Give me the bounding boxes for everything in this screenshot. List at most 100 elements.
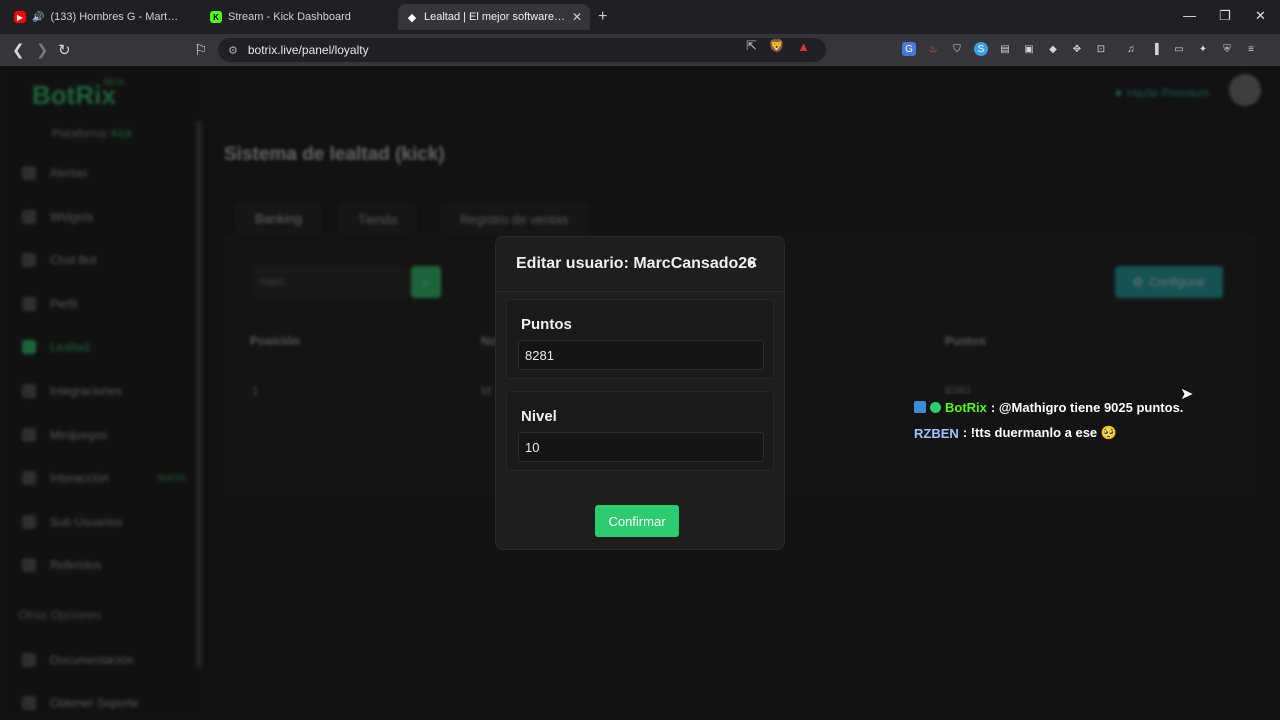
- blue-extension-icon[interactable]: S: [974, 42, 988, 56]
- wallet-icon[interactable]: ▭: [1172, 42, 1186, 56]
- kick-icon: K: [210, 11, 222, 23]
- chat-username: RZBEN: [914, 425, 959, 441]
- fire-extension-icon[interactable]: ♨: [926, 42, 940, 56]
- youtube-icon: ▶: [14, 11, 26, 23]
- avatar[interactable]: [1229, 74, 1261, 106]
- minimize-icon[interactable]: —: [1183, 8, 1196, 23]
- sidebar-item-documentacion[interactable]: Documentación: [18, 643, 194, 677]
- sidebar-item-perfil[interactable]: Perfil: [18, 287, 194, 321]
- bookmark-icon[interactable]: ⚐: [194, 41, 207, 59]
- integrations-icon: [22, 384, 36, 398]
- reload-icon[interactable]: ↻: [58, 41, 71, 59]
- sidebar-item-interaccion[interactable]: Interacción NUEVO: [18, 461, 194, 495]
- search-button[interactable]: ⌕: [411, 266, 441, 298]
- tab-youtube[interactable]: ▶ 🔊 (133) Hombres G - Marta tiene un: [6, 4, 192, 30]
- confirm-button[interactable]: Confirmar: [595, 505, 679, 537]
- url-text: botrix.live/panel/loyalty: [247, 43, 369, 57]
- points-label: Puntos: [521, 316, 572, 333]
- brave-rewards-icon[interactable]: ▲: [797, 39, 810, 54]
- page-title: Sistema de lealtad (kick): [224, 144, 445, 165]
- chat-text: : @Mathigro tiene 9025 puntos.: [990, 399, 1184, 415]
- docs-icon: [22, 653, 36, 667]
- referrals-icon: [22, 558, 36, 572]
- column-header-position: Posición: [250, 334, 301, 348]
- support-icon: [22, 696, 36, 710]
- sidebar-item-minijuegos[interactable]: Minijuegos: [18, 418, 194, 452]
- sidebar-item-alertas[interactable]: Alertas: [18, 156, 194, 190]
- back-icon[interactable]: ❮: [12, 41, 25, 59]
- widget-icon: [22, 210, 36, 224]
- modal-title: Editar usuario: MarcCansado26: [516, 255, 757, 272]
- sidebar-item-soporte[interactable]: Obtener Soporte: [18, 686, 194, 720]
- verified-badge-icon: [930, 401, 941, 413]
- document-extension-icon[interactable]: ▤: [998, 42, 1012, 56]
- alert-icon: [22, 166, 36, 180]
- sidebar-item-integraciones[interactable]: Integraciones: [18, 374, 194, 408]
- media-icon[interactable]: ♫: [1124, 42, 1138, 56]
- sidebar-toggle-icon[interactable]: ▐: [1148, 42, 1162, 56]
- search-input[interactable]: marc: [252, 266, 408, 298]
- tab-title: Stream - Kick Dashboard: [228, 11, 351, 23]
- maximize-icon[interactable]: ❐: [1219, 8, 1231, 24]
- mouse-cursor-icon: ➤: [1180, 386, 1194, 403]
- beta-badge: BETA: [104, 78, 125, 87]
- tab-tienda[interactable]: Tienda: [338, 202, 418, 236]
- translate-icon[interactable]: G: [902, 42, 916, 56]
- sidebar-item-lealtad[interactable]: Lealtad: [18, 330, 194, 364]
- chat-message: RZBEN : !tts duermanlo a ese 🥺: [908, 420, 1278, 446]
- window-close-icon[interactable]: ✕: [1255, 8, 1266, 24]
- sidebar-item-referidos[interactable]: Referidos: [18, 548, 194, 582]
- profile-icon: [22, 297, 36, 311]
- share-icon[interactable]: ⇱: [746, 38, 757, 54]
- sidebar-item-sub-usuarios[interactable]: Sub Usuarios: [18, 505, 194, 539]
- sidebar-scrollbar[interactable]: [196, 120, 202, 668]
- edit-user-modal: Editar usuario: MarcCansado26 ✕ Puntos N…: [495, 236, 785, 550]
- puzzle-icon[interactable]: ✥: [1070, 42, 1084, 56]
- tab-loyalty[interactable]: ◆ Lealtad | El mejor software para p ✕: [398, 4, 590, 30]
- vpn-icon[interactable]: ⛨: [1220, 42, 1234, 56]
- shield-extension-icon[interactable]: ⛉: [950, 42, 964, 56]
- sidebar-item-chat-bot[interactable]: Chat Bot: [18, 243, 194, 277]
- music-icon: [22, 471, 36, 485]
- chat-text: : !tts duermanlo a ese 🥺: [962, 425, 1117, 440]
- speaker-icon[interactable]: 🔊: [32, 12, 44, 23]
- level-label: Nivel: [521, 408, 557, 425]
- tab-title: (133) Hombres G - Marta tiene un: [50, 11, 184, 23]
- new-tab-icon[interactable]: +: [598, 8, 607, 26]
- box-extension-icon[interactable]: ⊡: [1094, 42, 1108, 56]
- tab-title: Lealtad | El mejor software para p: [424, 11, 566, 23]
- gear-icon: ⚙: [1132, 275, 1144, 289]
- premium-link[interactable]: ★ Hazte Premium: [1113, 86, 1210, 100]
- platform-indicator: Plataforma: Kick: [52, 128, 133, 140]
- address-bar[interactable]: ⚙ botrix.live/panel/loyalty: [218, 38, 826, 62]
- loyalty-icon: [22, 340, 36, 354]
- configure-button[interactable]: ⚙ Configurar: [1115, 266, 1223, 298]
- table-cell-name: M: [481, 384, 491, 398]
- points-field-group: Puntos: [506, 299, 774, 379]
- tab-registro-ventas[interactable]: Registro de ventas: [440, 202, 589, 236]
- moderator-badge-icon: [914, 401, 926, 413]
- chat-icon: [22, 253, 36, 267]
- tab-kick-dashboard[interactable]: K Stream - Kick Dashboard: [202, 4, 392, 30]
- site-info-icon[interactable]: ⚙: [228, 44, 238, 57]
- games-icon: [22, 428, 36, 442]
- diamond-extension-icon[interactable]: ◆: [1046, 42, 1060, 56]
- extensions-row: G ♨ ⛉ S ▤ ▣ ◆ ✥ ⊡ ♫ ▐ ▭ ✦ ⛨ ≡: [902, 42, 1258, 56]
- menu-icon[interactable]: ≡: [1244, 42, 1258, 56]
- points-input[interactable]: [518, 340, 764, 370]
- sidebar-item-widgets[interactable]: Widgets: [18, 200, 194, 234]
- close-tab-icon[interactable]: ✕: [572, 10, 582, 24]
- chat-overlay: BotRix : @Mathigro tiene 9025 puntos. RZ…: [908, 394, 1278, 446]
- close-icon[interactable]: ✕: [746, 254, 759, 272]
- brave-shields-icon[interactable]: 🦁: [769, 38, 785, 54]
- leo-ai-icon[interactable]: ✦: [1196, 42, 1210, 56]
- forward-icon[interactable]: ❯: [36, 41, 49, 59]
- level-field-group: Nivel: [506, 391, 774, 471]
- chat-message: BotRix : @Mathigro tiene 9025 puntos.: [908, 394, 1278, 420]
- modal-divider: [496, 291, 784, 292]
- search-icon: ⌕: [422, 274, 430, 289]
- level-input[interactable]: [518, 432, 764, 462]
- picture-extension-icon[interactable]: ▣: [1022, 42, 1036, 56]
- tab-banking[interactable]: Banking: [235, 202, 322, 236]
- new-badge: NUEVO: [157, 473, 186, 483]
